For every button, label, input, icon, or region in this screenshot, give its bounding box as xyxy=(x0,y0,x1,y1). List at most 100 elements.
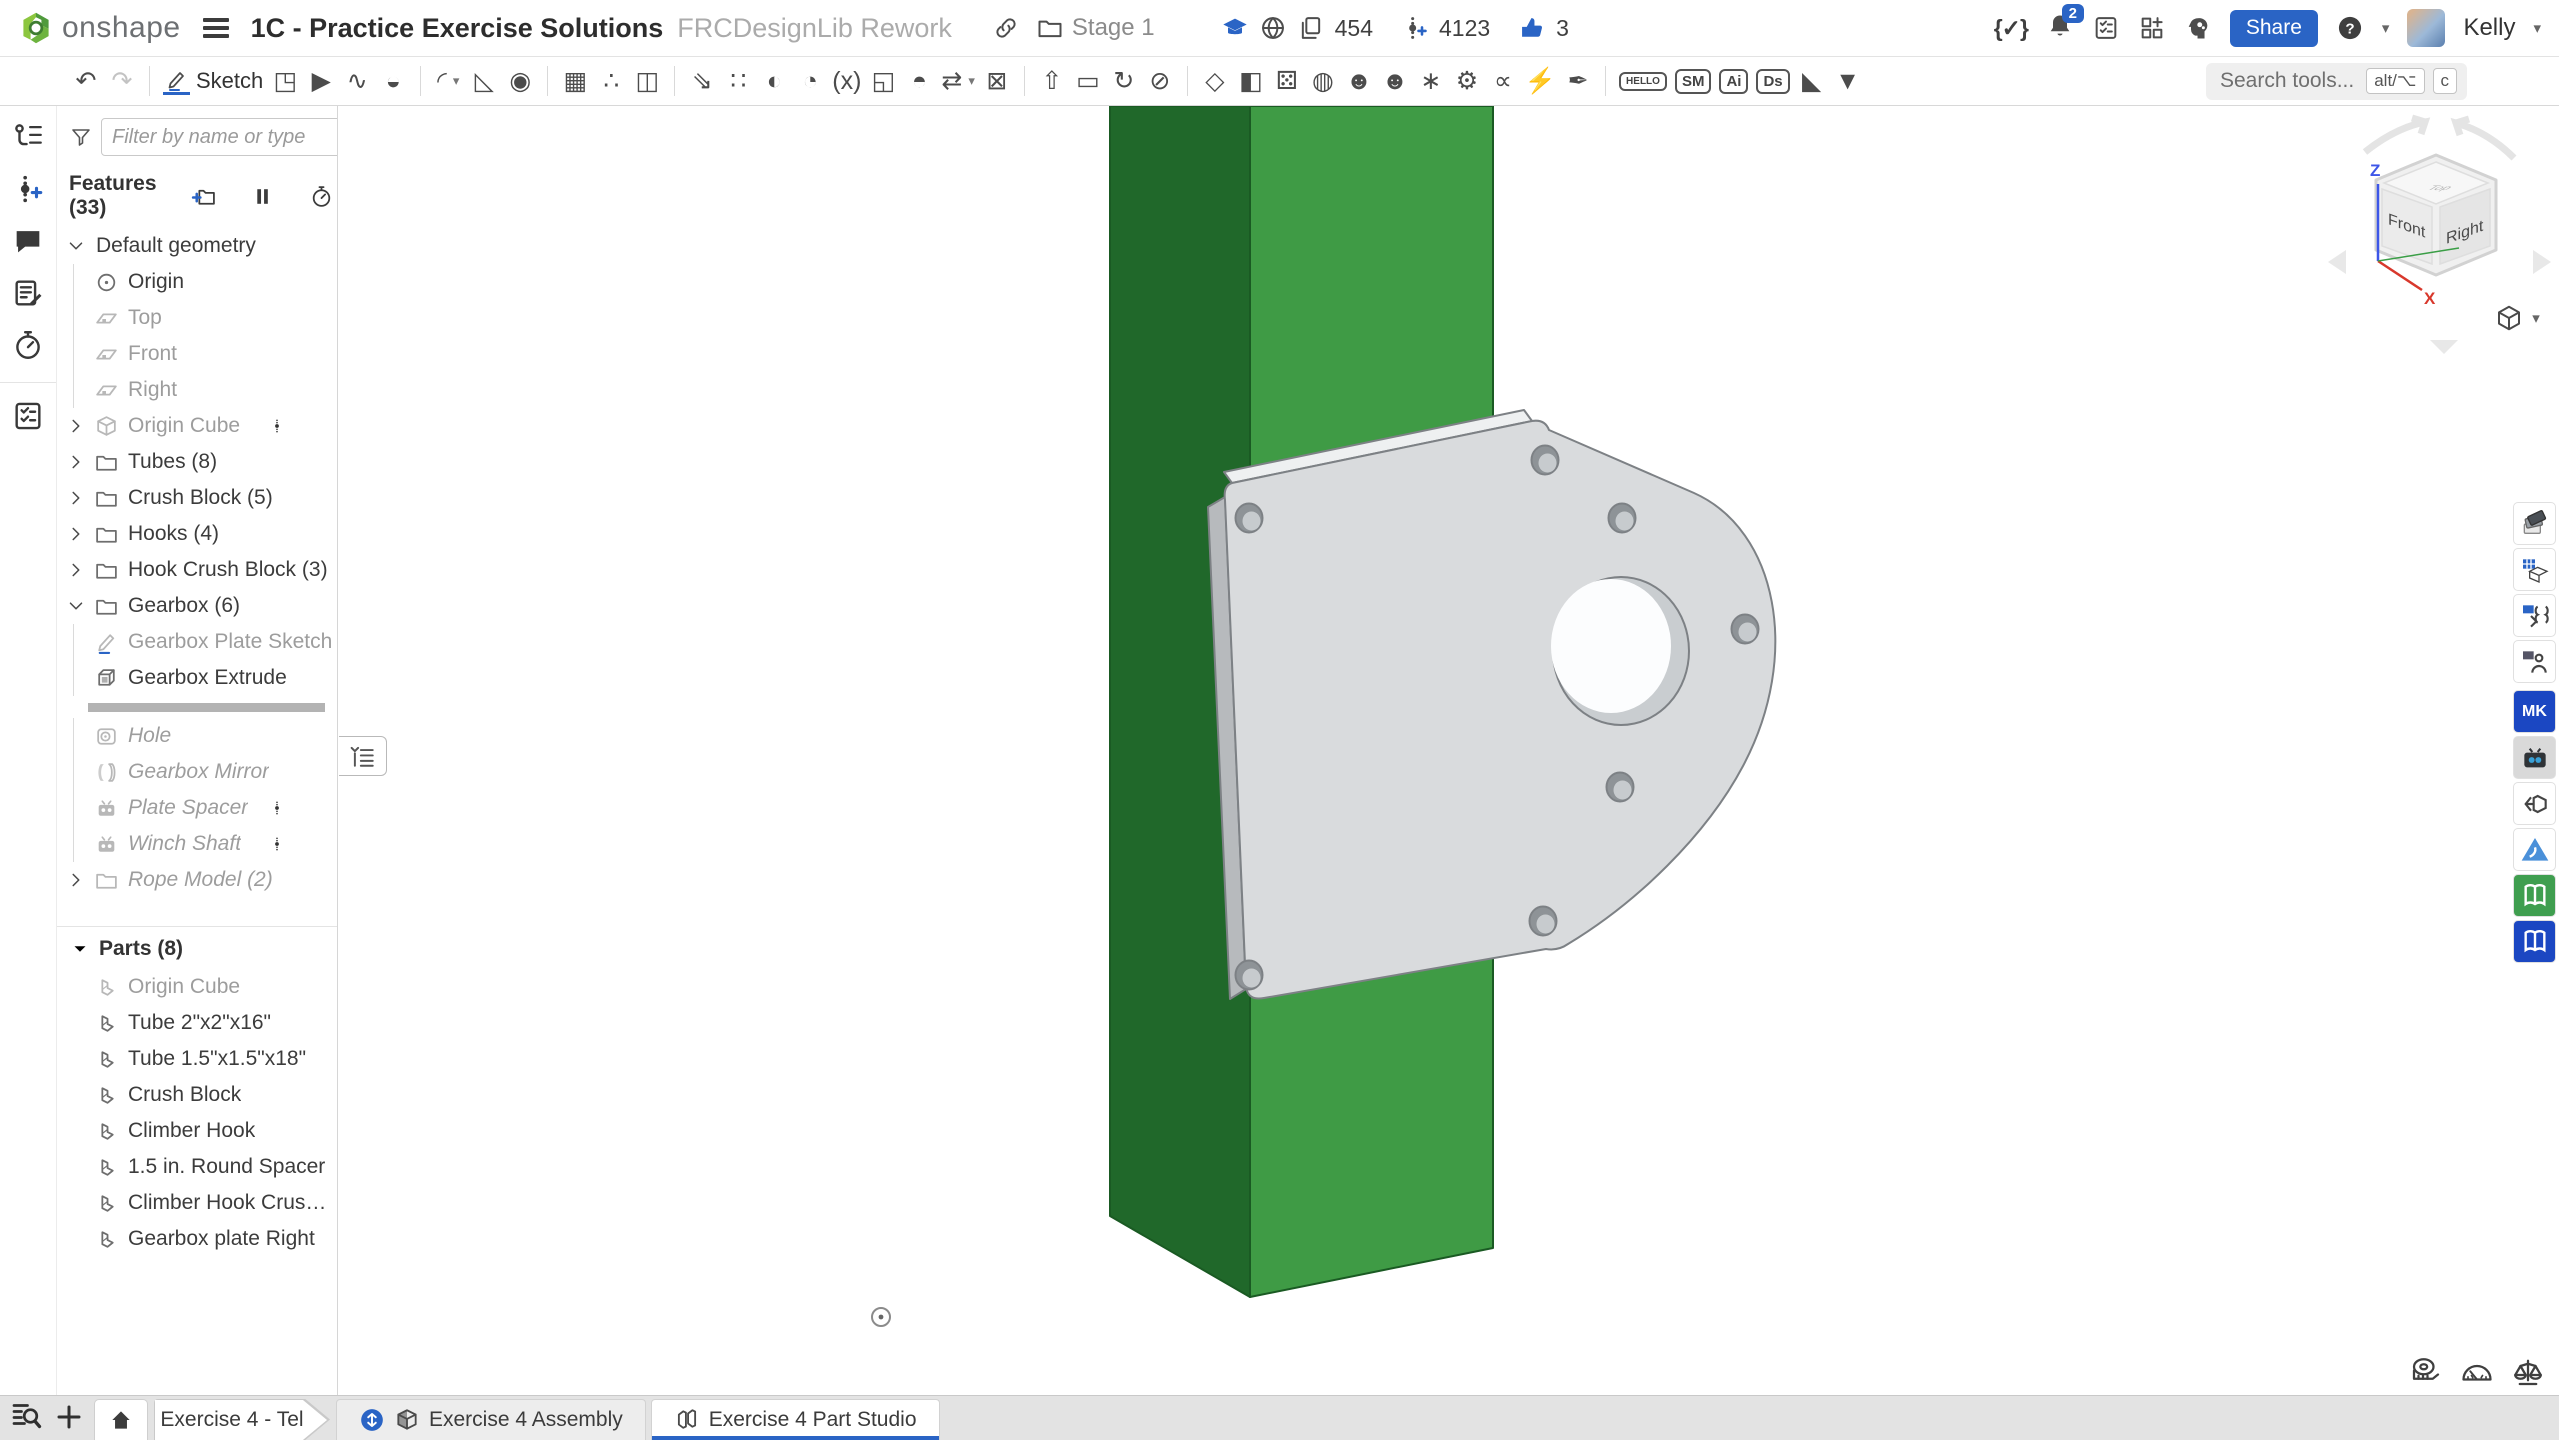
feature-row[interactable]: Tubes (8) xyxy=(57,444,337,480)
help-icon[interactable]: ? xyxy=(2336,14,2364,42)
part-row[interactable]: Tube 2"x2"x16" xyxy=(57,1005,337,1041)
copies-icon[interactable] xyxy=(1297,14,1325,42)
tool-loft-button[interactable]: ◒ xyxy=(375,61,411,101)
learning-head-icon[interactable] xyxy=(2184,14,2212,42)
tool-circular-pattern-button[interactable]: ∴ xyxy=(593,61,629,101)
tasks-checklist-icon[interactable] xyxy=(2092,14,2120,42)
tool-view-cube-button[interactable]: ◇ xyxy=(1197,61,1233,101)
parts-chevron-icon[interactable] xyxy=(69,938,91,960)
tool-electrical-button[interactable]: ⚡ xyxy=(1521,61,1560,101)
public-globe-icon[interactable] xyxy=(1259,14,1287,42)
chevron-down-icon[interactable] xyxy=(65,235,87,257)
performance-panel-button[interactable] xyxy=(11,328,45,362)
feature-row[interactable]: Top xyxy=(57,300,337,336)
feature-row[interactable]: Hole xyxy=(57,718,337,754)
chevron-right-icon[interactable] xyxy=(65,415,87,437)
home-tab[interactable] xyxy=(94,1399,148,1440)
tool-name-tag-button[interactable]: HELLO xyxy=(1615,61,1671,101)
feature-row[interactable]: Right xyxy=(57,372,337,408)
fs-tables-app-button[interactable] xyxy=(2513,640,2556,683)
new-folder-icon[interactable] xyxy=(191,184,216,209)
tool-surface-cut-button[interactable]: ◓ xyxy=(901,61,937,101)
feature-row[interactable]: Default geometry xyxy=(57,228,337,264)
workspace-folder-icon[interactable] xyxy=(1036,14,1064,42)
gearbox-plate-part[interactable] xyxy=(1208,410,1775,999)
search-tabs-icon[interactable] xyxy=(8,1398,44,1434)
likes-icon[interactable] xyxy=(1518,14,1546,42)
chevron-right-icon[interactable] xyxy=(65,487,87,509)
chevron-right-icon[interactable] xyxy=(65,559,87,581)
tape-measure-icon[interactable] xyxy=(2408,1354,2444,1390)
part-row[interactable]: Climber Hook Crush B... xyxy=(57,1185,337,1221)
filter-funnel-icon[interactable] xyxy=(69,125,93,149)
tool-paint-app-button[interactable]: ◣ xyxy=(1794,61,1830,101)
appearance-panel-button[interactable] xyxy=(2513,502,2556,545)
link-icon[interactable] xyxy=(992,14,1020,42)
protractor-icon[interactable] xyxy=(2459,1354,2495,1390)
feature-row[interactable]: Origin Cube xyxy=(57,408,337,444)
filter-input[interactable] xyxy=(101,118,338,156)
tool-sketch-button[interactable]: Sketch xyxy=(159,61,267,101)
configuration-dots-icon[interactable] xyxy=(269,830,285,858)
user-avatar[interactable] xyxy=(2407,9,2445,47)
tool-variable-button[interactable]: (x) xyxy=(828,61,865,101)
tool-sheet-metal-button[interactable]: ▭ xyxy=(1070,61,1106,101)
chevron-right-icon[interactable] xyxy=(65,523,87,545)
3d-viewport[interactable] xyxy=(0,0,2559,1440)
tool-boolean-button[interactable]: ◐ xyxy=(756,61,792,101)
feature-row[interactable]: Origin xyxy=(57,264,337,300)
tool-hole-button[interactable]: ◉ xyxy=(502,61,538,101)
feature-row[interactable]: Plate Spacer xyxy=(57,790,337,826)
part-row[interactable]: Crush Block xyxy=(57,1077,337,1113)
part-row[interactable]: 1.5 in. Round Spacer xyxy=(57,1149,337,1185)
history-panel-button[interactable] xyxy=(11,172,45,206)
feature-row[interactable]: Gearbox Plate Sketch xyxy=(57,624,337,660)
feature-row[interactable]: Front xyxy=(57,336,337,372)
part-row[interactable]: Tube 1.5"x1.5"x18" xyxy=(57,1041,337,1077)
feature-row[interactable]: Gearbox Mirror xyxy=(57,754,337,790)
view-options-button[interactable]: ▾ xyxy=(2478,298,2556,338)
tool-custom-feature-button[interactable]: ∗ xyxy=(1413,61,1449,101)
tool-section-view-button[interactable]: ◧ xyxy=(1233,61,1269,101)
origin-marker[interactable] xyxy=(872,1308,890,1326)
robot-app-button[interactable] xyxy=(2513,736,2556,779)
share-button[interactable]: Share xyxy=(2230,10,2318,47)
chevron-right-icon[interactable] xyxy=(65,869,87,891)
tab-exercise-4-tel[interactable]: Exercise 4 - Tel xyxy=(154,1399,330,1440)
chevron-down-icon[interactable] xyxy=(65,595,87,617)
search-tools-button[interactable]: Search tools...alt/⌥c xyxy=(2206,63,2467,100)
derived-app-button[interactable] xyxy=(2513,782,2556,825)
regen-performance-icon[interactable] xyxy=(309,184,334,209)
tool-marker-button[interactable]: ✒ xyxy=(1560,61,1596,101)
config-tables-app-button[interactable] xyxy=(2513,594,2556,637)
notes-panel-button[interactable] xyxy=(11,276,45,310)
tool-featurescript-robot-2-button[interactable]: ☻ xyxy=(1377,61,1413,101)
tool-chamfer-button[interactable]: ◺ xyxy=(466,61,502,101)
frames-app-button[interactable] xyxy=(2513,548,2556,591)
tool-sweep-button[interactable]: ∿ xyxy=(339,61,375,101)
tool-featurescript-robot-1-button[interactable]: ☻ xyxy=(1341,61,1377,101)
tool-ai-app-button[interactable]: Ai xyxy=(1715,61,1752,101)
feature-row[interactable]: Hooks (4) xyxy=(57,516,337,552)
add-tab-button[interactable] xyxy=(54,1402,84,1432)
properties-panel-button[interactable] xyxy=(11,399,45,433)
versions-panel-button[interactable] xyxy=(11,120,45,154)
feature-row[interactable]: Crush Block (5) xyxy=(57,480,337,516)
tool-redo-button[interactable]: ↷ xyxy=(104,61,140,101)
tool-sm-app-button[interactable]: SM xyxy=(1671,61,1716,101)
history-count-icon[interactable] xyxy=(1401,14,1429,42)
feature-row[interactable]: Winch Shaft xyxy=(57,826,337,862)
tree-collapse-handle[interactable] xyxy=(339,736,387,776)
feature-row[interactable]: Gearbox Extrude xyxy=(57,660,337,696)
tool-mirror-button[interactable]: ◫ xyxy=(629,61,665,101)
part-row[interactable]: Climber Hook xyxy=(57,1113,337,1149)
main-menu-button[interactable] xyxy=(203,18,229,38)
tool-linear-pattern-button[interactable]: ▦ xyxy=(557,61,593,101)
library-green-app-button[interactable] xyxy=(2513,874,2556,917)
configuration-dots-icon[interactable] xyxy=(269,412,285,440)
configuration-dots-icon[interactable] xyxy=(269,794,285,822)
tool-transform-button[interactable]: ⇄▾ xyxy=(937,61,978,101)
mkcad-app-button[interactable]: MK xyxy=(2513,690,2556,733)
tool-undo-button[interactable]: ↶ xyxy=(68,61,104,101)
tool-plane-button[interactable]: ◱ xyxy=(865,61,901,101)
